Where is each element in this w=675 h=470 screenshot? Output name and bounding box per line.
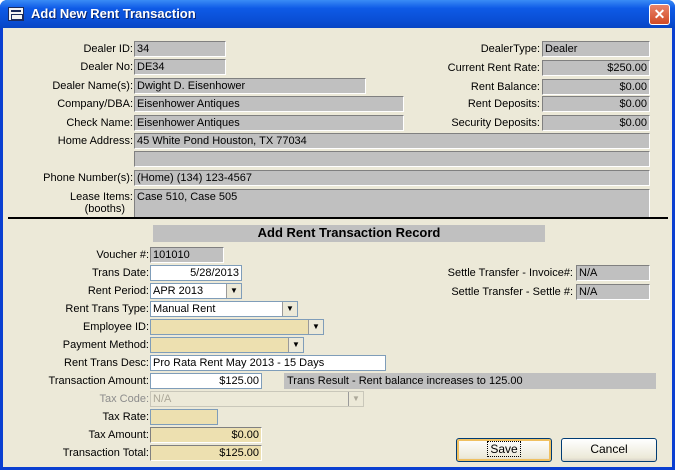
save-button[interactable]: Save bbox=[456, 438, 552, 462]
cancel-button[interactable]: Cancel bbox=[561, 438, 657, 462]
dealer-id-label: Dealer ID: bbox=[83, 43, 133, 55]
tax-code-value: N/A bbox=[153, 393, 172, 405]
rent-balance-label: Rent Balance: bbox=[470, 81, 540, 93]
total-label: Transaction Total: bbox=[62, 447, 149, 459]
save-button-label: Save bbox=[487, 441, 521, 457]
dealer-id-field: 34 bbox=[134, 41, 226, 57]
security-deposits-label: Security Deposits: bbox=[451, 117, 540, 129]
tax-code-select[interactable]: N/A ▼ bbox=[150, 391, 364, 407]
trans-date-label: Trans Date: bbox=[91, 267, 149, 279]
amount-label: Transaction Amount: bbox=[48, 375, 149, 387]
company-label: Company/DBA: bbox=[57, 98, 133, 110]
amount-input[interactable]: $125.00 bbox=[150, 373, 262, 389]
tax-amount-label: Tax Amount: bbox=[88, 429, 149, 441]
tax-rate-label: Tax Rate: bbox=[102, 411, 149, 423]
phone-field: (Home) (134) 123-4567 bbox=[134, 170, 650, 186]
voucher-field: 101010 bbox=[150, 247, 224, 263]
desc-label: Rent Trans Desc: bbox=[64, 357, 149, 369]
phone-label: Phone Number(s): bbox=[43, 172, 133, 184]
section-divider bbox=[8, 217, 668, 219]
home-address-line1: 45 White Pond Houston, TX 77034 bbox=[134, 133, 650, 149]
dealer-name-label: Dealer Name(s): bbox=[52, 80, 133, 92]
chevron-down-icon[interactable]: ▼ bbox=[308, 320, 323, 334]
rent-deposits-label: Rent Deposits: bbox=[467, 98, 540, 110]
dialog-body: Dealer ID: 34 Dealer No: DE34 Dealer Nam… bbox=[3, 28, 672, 467]
chevron-down-icon[interactable]: ▼ bbox=[282, 302, 297, 316]
desc-input[interactable]: Pro Rata Rent May 2013 - 15 Days bbox=[150, 355, 386, 371]
employee-label: Employee ID: bbox=[82, 321, 149, 333]
dealer-type-field: Dealer bbox=[542, 41, 650, 57]
trans-date-input[interactable]: 5/28/2013 bbox=[150, 265, 242, 281]
settle-invoice-label: Settle Transfer - Invoice#: bbox=[447, 267, 573, 279]
home-address-line2 bbox=[134, 151, 650, 167]
form-icon bbox=[8, 7, 24, 21]
settle-invoice-field: N/A bbox=[576, 265, 650, 281]
lease-items-field: Case 510, Case 505 bbox=[134, 189, 650, 219]
close-icon: ✕ bbox=[653, 6, 666, 22]
check-name-field: Eisenhower Antiques bbox=[134, 115, 404, 131]
chevron-down-icon[interactable]: ▼ bbox=[226, 284, 241, 298]
rent-rate-label: Current Rent Rate: bbox=[447, 62, 540, 74]
dealer-name-field: Dwight D. Eisenhower bbox=[134, 78, 366, 94]
tax-amount-field: $0.00 bbox=[150, 427, 262, 443]
dealer-type-label: DealerType: bbox=[480, 43, 540, 55]
title-bar[interactable]: Add New Rent Transaction ✕ bbox=[0, 0, 675, 28]
employee-select[interactable]: ▼ bbox=[150, 319, 324, 335]
rent-period-label: Rent Period: bbox=[87, 285, 149, 297]
payment-label: Payment Method: bbox=[62, 339, 149, 351]
chevron-down-icon[interactable]: ▼ bbox=[348, 392, 363, 406]
rent-type-select[interactable]: Manual Rent ▼ bbox=[150, 301, 298, 317]
window-title: Add New Rent Transaction bbox=[31, 6, 196, 21]
security-deposits-field: $0.00 bbox=[542, 115, 650, 131]
dialog-window: Add New Rent Transaction ✕ Dealer ID: 34… bbox=[0, 0, 675, 470]
company-field: Eisenhower Antiques bbox=[134, 96, 404, 112]
check-name-label: Check Name: bbox=[66, 117, 133, 129]
settle-settle-field: N/A bbox=[576, 284, 650, 300]
rent-type-value: Manual Rent bbox=[153, 303, 216, 315]
rent-period-select[interactable]: APR 2013 ▼ bbox=[150, 283, 242, 299]
trans-result: Trans Result - Rent balance increases to… bbox=[284, 373, 656, 389]
settle-settle-label: Settle Transfer - Settle #: bbox=[451, 286, 573, 298]
rent-type-label: Rent Trans Type: bbox=[65, 303, 149, 315]
total-field: $125.00 bbox=[150, 445, 262, 461]
section-title: Add Rent Transaction Record bbox=[153, 225, 545, 242]
tax-code-label: Tax Code: bbox=[99, 393, 149, 405]
close-button[interactable]: ✕ bbox=[649, 4, 670, 25]
voucher-label: Voucher #: bbox=[96, 249, 149, 261]
rent-rate-field: $250.00 bbox=[542, 60, 650, 76]
dealer-no-field: DE34 bbox=[134, 59, 226, 75]
home-address-label: Home Address: bbox=[57, 135, 133, 147]
payment-select[interactable]: ▼ bbox=[150, 337, 304, 353]
rent-deposits-field: $0.00 bbox=[542, 96, 650, 112]
rent-balance-field: $0.00 bbox=[542, 79, 650, 95]
chevron-down-icon[interactable]: ▼ bbox=[288, 338, 303, 352]
dealer-no-label: Dealer No: bbox=[80, 61, 133, 73]
tax-rate-input[interactable] bbox=[150, 409, 218, 425]
rent-period-value: APR 2013 bbox=[153, 285, 204, 297]
lease-items-sublabel: (booths) bbox=[84, 203, 125, 215]
